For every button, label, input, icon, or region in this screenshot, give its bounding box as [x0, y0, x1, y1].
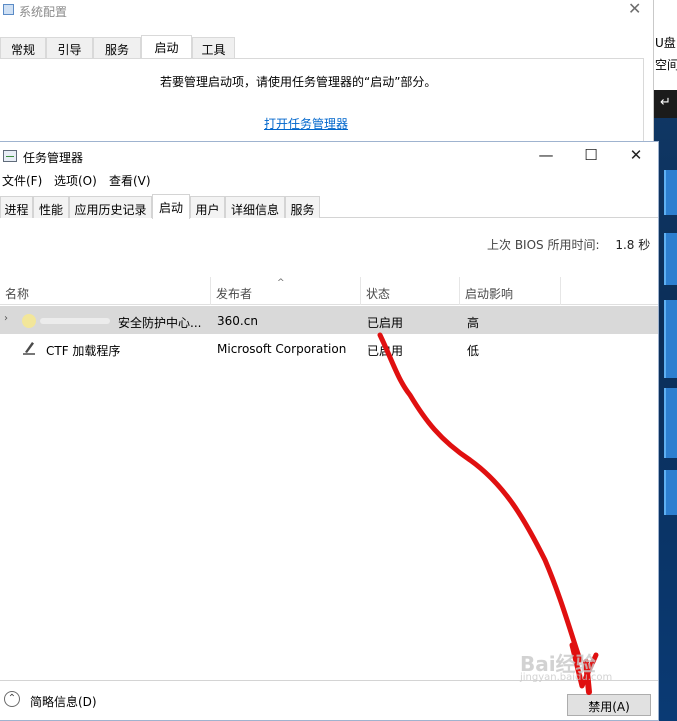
tab-startup[interactable]: 启动 [141, 35, 192, 60]
system-config-window: 系统配置 ✕ 常规 引导 服务 启动 工具 若要管理启动项，请使用任务管理器的“… [0, 0, 654, 142]
task-manager-icon [3, 150, 17, 162]
tab-services[interactable]: 服务 [93, 37, 141, 59]
start-tile[interactable] [664, 300, 677, 378]
footer-bar: ⌃ 简略信息(D) 禁用(A) [0, 680, 658, 720]
row-status: 已启用 [367, 316, 404, 330]
task-manager-window: 任务管理器 — ☐ ✕ 文件(F) 选项(O) 查看(V) 进程 性能 应用历史… [0, 141, 659, 721]
tab-tools[interactable]: 工具 [192, 37, 235, 59]
start-tile[interactable] [664, 233, 677, 285]
startup-panel: 若要管理启动项，请使用任务管理器的“启动”部分。 打开任务管理器 [0, 58, 644, 142]
tab-strip: 进程 性能 应用历史记录 启动 用户 详细信息 服务 [0, 194, 658, 219]
tab-details[interactable]: 详细信息 [225, 196, 285, 218]
tab-strip: 常规 引导 服务 启动 工具 [0, 35, 654, 60]
explorer-toolbar: ↵ [654, 90, 677, 118]
row-impact: 高 [467, 316, 480, 330]
close-icon[interactable]: ✕ [622, 146, 650, 164]
startup-info-text: 若要管理启动项，请使用任务管理器的“启动”部分。 [160, 75, 437, 89]
expand-arrow-icon[interactable]: › [4, 313, 8, 324]
enter-arrow-icon: ↵ [660, 95, 671, 110]
open-task-manager-link[interactable]: 打开任务管理器 [264, 115, 348, 132]
window-title: 系统配置 [19, 5, 68, 19]
window-title: 任务管理器 [23, 151, 84, 165]
column-publisher[interactable]: 发布者 [211, 277, 361, 305]
bios-time-value: 1.8 秒 [615, 238, 651, 252]
tab-processes[interactable]: 进程 [0, 196, 33, 218]
row-impact: 低 [467, 344, 480, 358]
disable-button[interactable]: 禁用(A) [567, 694, 651, 716]
app-icon-redacted [22, 314, 36, 328]
system-config-icon [3, 4, 14, 15]
watermark-subtext: jingyan.baidu.com [520, 672, 613, 683]
drive-label-fragment: U盘 ( [655, 36, 677, 50]
title-bar: 系统配置 ✕ [0, 0, 653, 22]
column-status[interactable]: 状态 [361, 277, 460, 305]
tab-performance[interactable]: 性能 [33, 196, 69, 218]
tab-app-history[interactable]: 应用历史记录 [69, 196, 152, 218]
tab-users[interactable]: 用户 [190, 196, 225, 218]
pen-icon [23, 342, 35, 355]
menu-bar: 文件(F) 选项(O) 查看(V) [0, 172, 658, 190]
start-tile[interactable] [664, 170, 677, 215]
space-label-fragment: 空间: [655, 58, 677, 72]
table-row[interactable]: CTF 加载程序 Microsoft Corporation 已启用 低 [0, 334, 658, 362]
menu-options[interactable]: 选项(O) [54, 172, 97, 189]
minimize-icon[interactable]: — [532, 146, 560, 164]
menu-view[interactable]: 查看(V) [109, 172, 151, 189]
bios-time: 上次 BIOS 所用时间: 1.8 秒 [487, 236, 650, 253]
redacted-name-part [40, 318, 110, 324]
row-publisher: 360.cn [217, 314, 258, 328]
bios-time-label: 上次 BIOS 所用时间: [487, 238, 600, 252]
row-name: 安全防护中心... [118, 316, 202, 330]
title-bar: 任务管理器 — ☐ ✕ [0, 142, 658, 170]
column-name[interactable]: 名称 [0, 277, 211, 305]
start-tile[interactable] [664, 470, 677, 515]
fewer-details-link[interactable]: 简略信息(D) [30, 693, 97, 710]
table-row[interactable]: › 安全防护中心... 360.cn 已启用 高 [0, 306, 658, 334]
row-status: 已启用 [367, 344, 404, 358]
menu-file[interactable]: 文件(F) [2, 172, 42, 189]
chevron-up-icon[interactable]: ⌃ [4, 691, 20, 707]
row-publisher: Microsoft Corporation [217, 342, 347, 356]
maximize-icon[interactable]: ☐ [577, 146, 605, 164]
start-tile[interactable] [664, 388, 677, 458]
tab-general[interactable]: 常规 [0, 37, 46, 59]
explorer-window-edge: U盘 ( 空间: [654, 0, 677, 90]
row-name: CTF 加载程序 [46, 344, 121, 358]
tab-startup[interactable]: 启动 [152, 194, 190, 219]
column-startup-impact[interactable]: 启动影响 [460, 277, 561, 305]
baidu-watermark: Bai经验 jingyan.baidu.com [520, 648, 612, 683]
column-headers: 名称 发布者 状态 启动影响 [0, 277, 658, 305]
close-icon[interactable]: ✕ [628, 0, 641, 18]
tab-boot[interactable]: 引导 [46, 37, 93, 59]
tab-services[interactable]: 服务 [285, 196, 320, 218]
